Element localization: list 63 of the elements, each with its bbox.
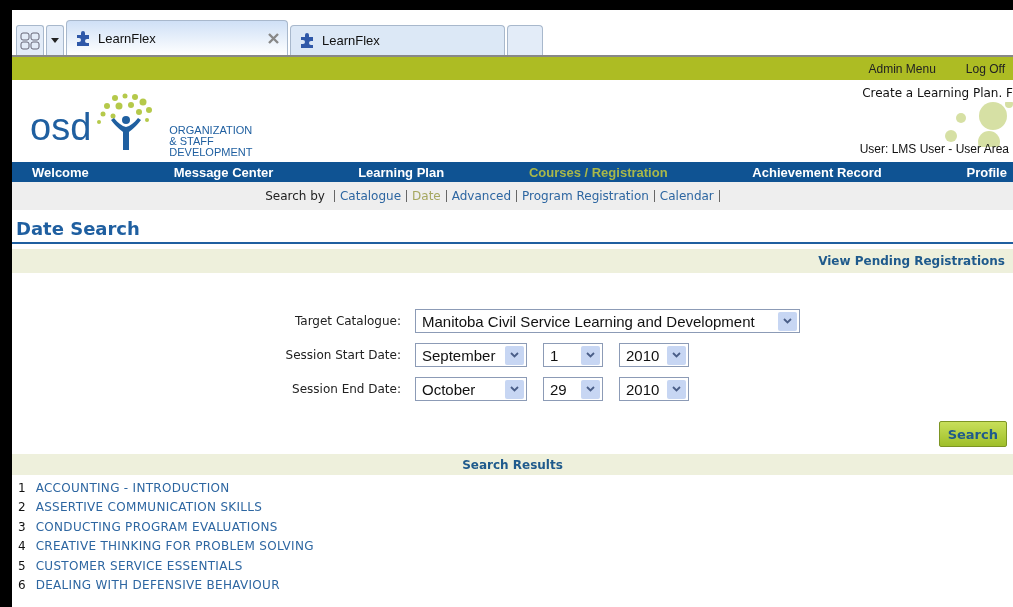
dropdown[interactable]: 1	[543, 343, 603, 367]
browser-tab[interactable]: LearnFlex	[66, 20, 288, 55]
tab-title: LearnFlex	[322, 33, 381, 48]
logo-line: DEVELOPMENT	[169, 147, 253, 158]
puzzle-icon	[75, 29, 92, 47]
nav-item[interactable]: Learning Plan	[358, 164, 445, 180]
tagline: Create a Learning Plan. F	[862, 86, 1013, 100]
dropdown[interactable]: 2010	[619, 377, 689, 401]
search-mode-link[interactable]: Program Registration	[522, 189, 649, 203]
course-link[interactable]: CUSTOMER SERVICE ESSENTIALS	[35, 558, 243, 573]
search-by-label: Search by	[265, 189, 325, 203]
result-number: 5	[18, 558, 26, 573]
grid-icon	[20, 31, 40, 50]
logo-line: ORGANIZATION	[169, 125, 253, 136]
field-label: Session End Date:	[291, 382, 402, 396]
result-number: 2	[18, 500, 26, 515]
chevron-icon	[586, 352, 595, 358]
search-button[interactable]: Search	[938, 421, 1007, 447]
logo-text: osd	[30, 108, 92, 146]
dropdown[interactable]: 2010	[619, 343, 689, 367]
page-title: Date Search	[12, 218, 1013, 244]
search-mode-link[interactable]: Calendar	[659, 189, 714, 203]
search-mode-link[interactable]: Catalogue	[339, 189, 402, 203]
chevron-icon	[586, 386, 595, 392]
course-link[interactable]: ACCOUNTING - INTRODUCTION	[35, 480, 230, 495]
result-number: 4	[18, 539, 26, 554]
logo-line: & STAFF	[169, 136, 215, 147]
course-link[interactable]: CONDUCTING PROGRAM EVALUATIONS	[35, 519, 278, 534]
dropdown[interactable]: October	[415, 377, 527, 401]
dropdown[interactable]: September	[415, 343, 527, 367]
result-number: 3	[18, 519, 26, 534]
course-link[interactable]: CREATIVE THINKING FOR PROBLEM SOLVING	[35, 539, 314, 554]
browser-tab[interactable]: LearnFlex	[290, 25, 505, 55]
nav-item[interactable]: Profile	[966, 164, 1007, 180]
dropdown[interactable]: 29	[543, 377, 603, 401]
course-link[interactable]: DEALING WITH DEFENSIVE BEHAVIOUR	[35, 578, 280, 593]
user-info: User: LMS User - User Area	[859, 142, 1010, 156]
field-label: Target Catalogue:	[293, 314, 402, 328]
tab-title: LearnFlex	[98, 30, 157, 46]
puzzle-icon	[299, 32, 316, 49]
new-tab-button[interactable]	[507, 25, 543, 55]
nav-item[interactable]: Courses / Registration	[528, 164, 668, 180]
chevron-icon	[783, 318, 792, 324]
chevron-icon	[510, 352, 519, 358]
close-icon[interactable]	[268, 32, 279, 44]
field-label: Session Start Date:	[284, 348, 402, 362]
chevron-icon	[672, 352, 681, 358]
nav-item[interactable]: Message Center	[173, 164, 274, 180]
results-title: Search Results	[462, 457, 563, 472]
pending-link[interactable]: View Pending Registrations	[818, 254, 1005, 268]
chevron-icon	[672, 386, 681, 392]
nav-item[interactable]: Achievement Record	[752, 164, 882, 180]
tab-menu-button[interactable]	[46, 25, 64, 55]
top-link[interactable]: Log Off	[965, 61, 1005, 76]
caret-icon	[51, 38, 59, 43]
course-link[interactable]: ASSERTIVE COMMUNICATION SKILLS	[35, 500, 263, 515]
result-number: 6	[18, 578, 26, 593]
result-number: 1	[18, 480, 26, 495]
dropdown[interactable]: Manitoba Civil Service Learning and Development	[415, 309, 800, 333]
nav-item[interactable]: Welcome	[32, 164, 89, 180]
chevron-icon	[510, 386, 519, 392]
top-link[interactable]: Admin Menu	[868, 61, 936, 76]
search-mode-link[interactable]: Advanced	[451, 189, 511, 203]
